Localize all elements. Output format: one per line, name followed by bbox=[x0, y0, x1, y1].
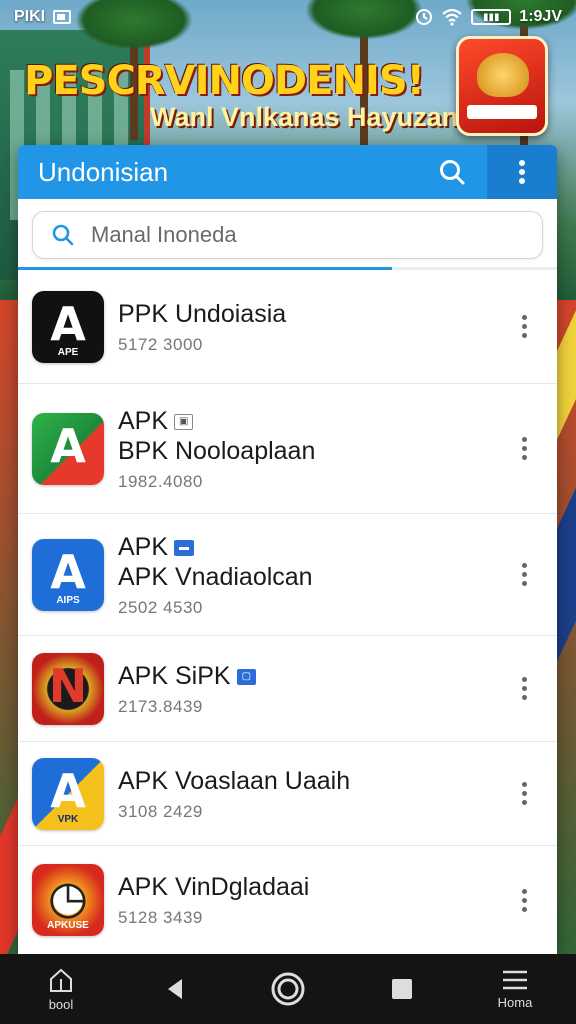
app-icon-glyph: A bbox=[50, 418, 86, 473]
status-bar: PIKI ▮▮▮ 1:9JV bbox=[0, 0, 576, 34]
banner-badge-icon[interactable] bbox=[456, 36, 548, 136]
app-icon-glyph: A bbox=[50, 763, 86, 818]
app-icon-label: APE bbox=[57, 346, 79, 358]
list-item[interactable]: ◷ APKUSE APK VinDgladaai 5128 3439 bbox=[18, 846, 557, 954]
app-meta: 3108 2429 bbox=[118, 801, 203, 821]
nav-home-button[interactable]: bool bbox=[26, 966, 96, 1012]
app-list: A APE PPK Undoiasia 5172 3000 A APK ▣ BPK… bbox=[18, 270, 557, 954]
app-icon-label: VPK bbox=[57, 813, 79, 825]
app-icon: A VPK bbox=[32, 757, 104, 830]
app-icon-glyph: A bbox=[50, 296, 86, 351]
tag-icon: ▢ bbox=[236, 668, 257, 685]
app-icon-glyph: A bbox=[50, 544, 86, 599]
app-icon: A bbox=[32, 412, 104, 485]
app-name: PPK Undoiasia bbox=[118, 299, 287, 328]
item-menu-button[interactable] bbox=[509, 669, 539, 709]
app-bar: Undonisian bbox=[18, 145, 557, 199]
app-name: APK Voaslaan Uaaih bbox=[118, 766, 351, 795]
back-triangle-icon bbox=[167, 979, 182, 999]
list-item[interactable]: N APK SiPK ▢ 2173.8439 bbox=[18, 636, 557, 742]
tag-icon: ▣ bbox=[174, 413, 194, 430]
list-item[interactable]: A APE PPK Undoiasia 5172 3000 bbox=[18, 270, 557, 384]
search-input[interactable] bbox=[91, 222, 491, 248]
navigation-bar: bool Homa bbox=[0, 954, 576, 1024]
app-icon: N bbox=[32, 652, 104, 725]
search-field[interactable] bbox=[32, 211, 543, 259]
wifi-icon bbox=[442, 8, 463, 26]
app-list-card: Undonisian A bbox=[18, 145, 557, 955]
battery-icon: ▮▮▮ bbox=[471, 9, 512, 25]
page-title: Undonisian bbox=[38, 156, 169, 187]
home-circle-icon bbox=[271, 972, 305, 1006]
app-icon-glyph: ◷ bbox=[47, 870, 89, 924]
app-meta: 5128 3439 bbox=[118, 908, 203, 927]
item-menu-button[interactable] bbox=[509, 555, 539, 595]
app-name-prefix: APK bbox=[118, 406, 169, 435]
app-icon-glyph: N bbox=[48, 658, 88, 713]
app-icon-label: APKUSE bbox=[47, 920, 89, 931]
badge-ribbon bbox=[467, 105, 537, 119]
menu-lines-icon bbox=[503, 970, 527, 990]
app-name-prefix: APK bbox=[118, 532, 169, 561]
nav-recents-button[interactable] bbox=[367, 976, 437, 1002]
item-menu-button[interactable] bbox=[509, 429, 539, 469]
app-name-prefix: APK SiPK bbox=[118, 661, 231, 690]
banner-title: PESCRVINODENIS! bbox=[24, 58, 425, 104]
app-meta: 5172 3000 bbox=[118, 334, 203, 354]
app-icon: ◷ APKUSE bbox=[32, 864, 104, 936]
search-icon bbox=[52, 224, 74, 246]
overflow-menu-button[interactable] bbox=[487, 145, 557, 199]
nav-menu-button[interactable]: Homa bbox=[480, 968, 550, 1010]
app-subname: APK Vnadiaolcan bbox=[118, 562, 313, 591]
banner-subtitle: Wanl Vnlkanas Hayuzan bbox=[150, 102, 459, 132]
app-icon: A APE bbox=[32, 290, 104, 363]
list-item[interactable]: A VPK APK Voaslaan Uaaih 3108 2429 bbox=[18, 742, 557, 846]
nav-left-label: bool bbox=[48, 997, 74, 1012]
app-name: APK SiPK ▢ bbox=[118, 661, 509, 691]
app-name: APK ▬ bbox=[118, 532, 509, 562]
nav-right-label: Homa bbox=[497, 995, 533, 1010]
recents-square-icon bbox=[391, 979, 412, 999]
nav-center-button[interactable] bbox=[253, 971, 323, 1007]
item-menu-button[interactable] bbox=[509, 880, 539, 920]
app-name: APK VinDgladaai bbox=[118, 873, 310, 901]
item-menu-button[interactable] bbox=[509, 307, 539, 347]
app-name: APK ▣ bbox=[118, 406, 509, 436]
promo-banner[interactable]: PESCRVINODENIS! Wanl Vnlkanas Hayuzan bbox=[0, 36, 576, 150]
status-time: 1:9JV bbox=[519, 8, 562, 25]
app-meta: 2502 4530 bbox=[118, 597, 203, 617]
status-left-text: PIKI bbox=[14, 8, 46, 25]
app-subname: BPK Nooloaplaan bbox=[118, 436, 316, 465]
app-meta: 1982.4080 bbox=[118, 471, 203, 491]
search-bar bbox=[18, 199, 557, 270]
app-icon-label: AIPS bbox=[56, 594, 80, 606]
alarm-icon bbox=[416, 9, 433, 25]
notification-icon bbox=[53, 10, 72, 24]
home-icon bbox=[50, 968, 72, 992]
list-item[interactable]: A AIPS APK ▬ APK Vnadiaolcan 2502 4530 bbox=[18, 514, 557, 636]
garuda-emblem-icon bbox=[477, 53, 529, 97]
search-icon bbox=[440, 160, 465, 185]
search-button[interactable] bbox=[417, 145, 487, 199]
nav-back-button[interactable] bbox=[140, 975, 210, 1003]
tag-icon: ▬ bbox=[174, 539, 195, 556]
app-icon: A AIPS bbox=[32, 538, 104, 611]
item-menu-button[interactable] bbox=[509, 774, 539, 814]
app-meta: 2173.8439 bbox=[118, 696, 203, 716]
more-vert-icon bbox=[519, 160, 525, 184]
list-item[interactable]: A APK ▣ BPK Nooloaplaan 1982.4080 bbox=[18, 384, 557, 514]
